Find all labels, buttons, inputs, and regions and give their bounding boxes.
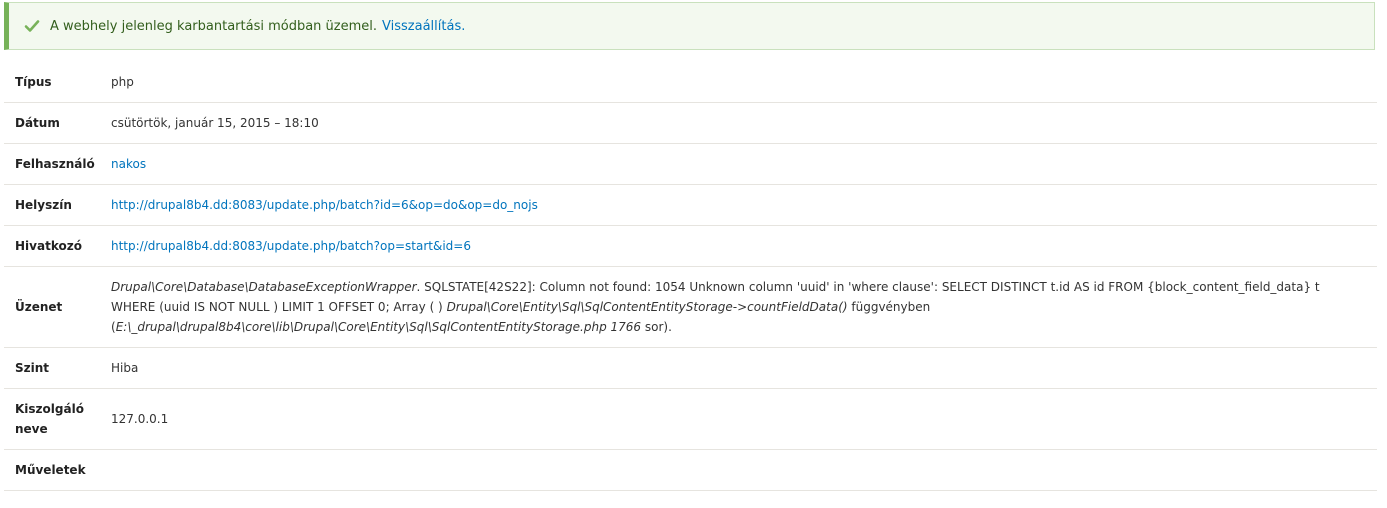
severity-label: Szint <box>15 361 50 375</box>
line-number: 1766 <box>606 320 642 334</box>
status-message: A webhely jelenleg karbantartási módban … <box>4 2 1375 50</box>
row-severity: Szint Hiba <box>4 348 1377 389</box>
location-link[interactable]: http://drupal8b4.dd:8083/update.php/batc… <box>111 198 538 212</box>
row-message: Üzenet Drupal\Core\Database\DatabaseExce… <box>4 267 1377 348</box>
row-location: Helyszín http://drupal8b4.dd:8083/update… <box>4 185 1377 226</box>
row-user: Felhasználó nakos <box>4 144 1377 185</box>
severity-value: Hiba <box>111 361 139 375</box>
row-date: Dátum csütörtök, január 15, 2015 – 18:10 <box>4 103 1377 144</box>
message-label: Üzenet <box>15 300 63 314</box>
date-label: Dátum <box>15 116 60 130</box>
type-value: php <box>111 75 134 89</box>
status-text: A webhely jelenleg karbantartási módban … <box>50 18 378 34</box>
referrer-label: Hivatkozó <box>15 239 82 253</box>
date-value: csütörtök, január 15, 2015 – 18:10 <box>111 116 319 130</box>
restore-link[interactable]: Visszaállítás. <box>382 19 465 34</box>
operations-label: Műveletek <box>15 463 86 477</box>
user-link[interactable]: nakos <box>111 157 146 171</box>
message-text-3: sor). <box>641 320 672 334</box>
type-label: Típus <box>15 75 52 89</box>
log-details-table: Típus php Dátum csütörtök, január 15, 20… <box>4 62 1377 491</box>
function-name: Drupal\Core\Entity\Sql\SqlContentEntityS… <box>446 300 848 314</box>
row-type: Típus php <box>4 62 1377 103</box>
check-icon <box>24 18 40 34</box>
referrer-link[interactable]: http://drupal8b4.dd:8083/update.php/batc… <box>111 239 471 253</box>
message-value: Drupal\Core\Database\DatabaseExceptionWr… <box>111 277 1377 337</box>
exception-class: Drupal\Core\Database\DatabaseExceptionWr… <box>111 280 417 294</box>
hostname-value: 127.0.0.1 <box>111 412 169 426</box>
row-operations: Műveletek <box>4 450 1377 491</box>
file-path: E:\_drupal\drupal8b4\core\lib\Drupal\Cor… <box>115 320 607 334</box>
location-label: Helyszín <box>15 198 72 212</box>
user-label: Felhasználó <box>15 157 95 171</box>
row-referrer: Hivatkozó http://drupal8b4.dd:8083/updat… <box>4 226 1377 267</box>
row-hostname: Kiszolgáló neve 127.0.0.1 <box>4 389 1377 450</box>
hostname-label: Kiszolgáló neve <box>15 402 84 436</box>
